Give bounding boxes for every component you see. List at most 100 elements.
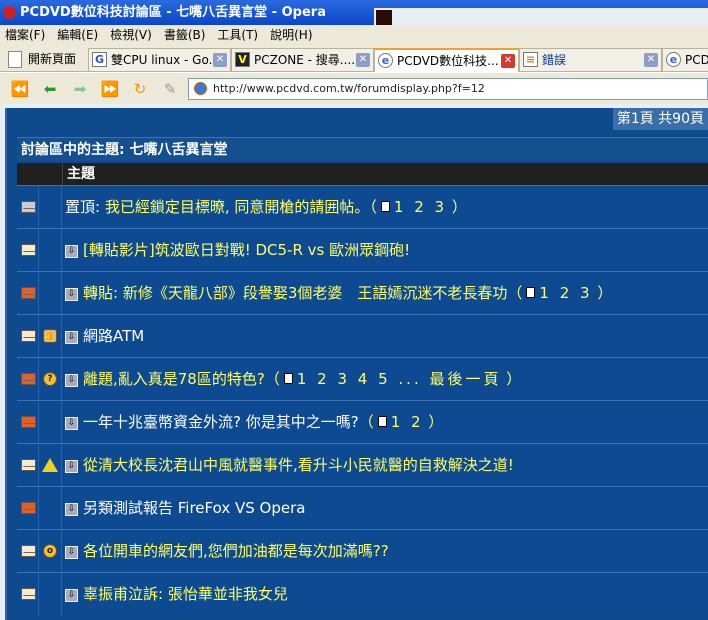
normal-thread-envelope-icon bbox=[21, 545, 36, 557]
emoticon-cell: 👍 bbox=[39, 315, 62, 358]
go-to-first-unread-icon[interactable]: ⇩ bbox=[65, 460, 78, 473]
thread-row: ? ⇩ 離題,亂入真是78區的特色?（ 1 2 3 4 5 ... 最後一頁 ） bbox=[17, 357, 708, 401]
page-icon bbox=[194, 82, 207, 95]
emoticon-cell bbox=[39, 573, 62, 616]
thread-title-link[interactable]: 辜振甫泣訴: 張怡華並非我女兒 bbox=[83, 585, 288, 603]
go-to-first-unread-icon[interactable]: ⇩ bbox=[65, 417, 78, 430]
menu-file[interactable]: 檔案(F) bbox=[5, 25, 45, 45]
thread-row: ⇩ 一年十兆臺幣資金外流? 你是其中之一嗎?（ 1 2 ） bbox=[17, 400, 708, 444]
edit-icon[interactable]: ✎ bbox=[160, 80, 180, 98]
thread-title-link[interactable]: 離題,亂入真是78區的特色? bbox=[83, 370, 265, 388]
hot-thread-envelope-icon bbox=[21, 416, 36, 428]
page-links: （1 2 3 ） bbox=[369, 198, 467, 216]
normal-thread-envelope-icon bbox=[21, 588, 36, 600]
tab-label: 錯誤 bbox=[542, 53, 567, 67]
menu-tools[interactable]: 工具(T) bbox=[217, 25, 258, 45]
menu-help[interactable]: 說明(H) bbox=[270, 25, 312, 45]
sticky-prefix: 置頂: bbox=[65, 198, 105, 216]
thread-title-cell: ⇩ [轉貼影片]筑波歐日對戰! DC5-R vs 歐洲眾鋼砲! bbox=[65, 229, 410, 272]
thread-row: 👍 ⇩ 網路ATM bbox=[17, 314, 708, 358]
header-subject: 主題 bbox=[67, 166, 95, 182]
status-cell bbox=[17, 315, 39, 358]
menu-bookmarks[interactable]: 書籤(B) bbox=[164, 25, 206, 45]
navigation-bar: ⏪ ⬅ ➡ ⏩ ↻ ✎ http://www.pcdvd.com.tw/foru… bbox=[0, 73, 708, 104]
thread-title-link[interactable]: 一年十兆臺幣資金外流? 你是其中之一嗎? bbox=[83, 413, 359, 431]
status-cell bbox=[17, 530, 39, 573]
thread-title-link[interactable]: 網路ATM bbox=[83, 327, 144, 345]
thread-title-link[interactable]: 從清大校長沈君山中風就醫事件,看升斗小民就醫的自救解決之道! bbox=[83, 456, 514, 474]
go-to-first-unread-icon[interactable]: ⇩ bbox=[65, 503, 78, 516]
tab-label: PCZONE - 搜尋...... bbox=[254, 53, 363, 67]
table-header: 主題 bbox=[17, 163, 708, 185]
thread-title-cell: ⇩ 網路ATM bbox=[65, 315, 144, 358]
locked-thread-envelope-icon bbox=[21, 201, 36, 213]
rewind-icon[interactable]: ⏪ bbox=[10, 80, 30, 98]
opera-logo-icon bbox=[3, 6, 16, 19]
thread-title-link[interactable]: 轉貼: 新修《天龍八部》段譽娶3個老婆 王語嫣沉迷不老長春功 bbox=[83, 284, 507, 302]
page-numbers[interactable]: 1 2 3 bbox=[539, 284, 592, 302]
thumbs-up-icon: 👍 bbox=[43, 329, 57, 343]
opera-page-icon: e bbox=[666, 52, 681, 67]
thread-row: 置頂: 我已經鎖定目標暸, 同意開槍的請囲帖。（ 1 2 3 ） bbox=[17, 185, 708, 229]
normal-thread-envelope-icon bbox=[21, 330, 36, 342]
close-tab-icon[interactable]: ✕ bbox=[501, 54, 515, 68]
go-to-first-unread-icon[interactable]: ⇩ bbox=[65, 589, 78, 602]
go-to-first-unread-icon[interactable]: ⇩ bbox=[65, 288, 78, 301]
thread-title-cell: ⇩ 各位開車的網友們,您們加油都是每次加滿嗎?? bbox=[65, 530, 389, 573]
status-cell bbox=[17, 487, 39, 530]
status-cell bbox=[17, 401, 39, 444]
close-tab-icon[interactable]: ✕ bbox=[644, 53, 658, 67]
multipage-icon bbox=[283, 373, 293, 384]
multipage-icon bbox=[526, 287, 536, 298]
thread-row: o ⇩ 各位開車的網友們,您們加油都是每次加滿嗎?? bbox=[17, 529, 708, 573]
thread-title-link[interactable]: 各位開車的網友們,您們加油都是每次加滿嗎?? bbox=[83, 542, 389, 560]
opera-page-icon: e bbox=[378, 53, 393, 68]
google-icon: G bbox=[92, 52, 107, 67]
back-icon[interactable]: ⬅ bbox=[40, 80, 60, 98]
tab-pcdvd-2[interactable]: e PCDV bbox=[662, 48, 708, 72]
thread-title-link[interactable]: 另類測試報告 FireFox VS Opera bbox=[83, 499, 305, 517]
emoticon-cell bbox=[39, 401, 62, 444]
address-text: http://www.pcdvd.com.tw/forumdisplay.php… bbox=[213, 82, 485, 95]
status-cell bbox=[17, 272, 39, 315]
new-tab-button[interactable]: 開新頁面 bbox=[4, 48, 76, 72]
emoticon-cell bbox=[39, 186, 62, 229]
go-to-first-unread-icon[interactable]: ⇩ bbox=[65, 331, 78, 344]
new-page-icon bbox=[8, 51, 22, 68]
menu-view[interactable]: 檢視(V) bbox=[110, 25, 152, 45]
close-tab-icon[interactable]: ✕ bbox=[356, 53, 370, 67]
forward-icon[interactable]: ➡ bbox=[70, 80, 90, 98]
emoticon-cell bbox=[39, 229, 62, 272]
tab-google[interactable]: G 雙CPU linux - Go... ✕ bbox=[88, 48, 231, 72]
tab-error[interactable]: ≡ 錯誤 ✕ bbox=[519, 48, 662, 72]
close-tab-icon[interactable]: ✕ bbox=[213, 53, 227, 67]
go-to-first-unread-icon[interactable]: ⇩ bbox=[65, 245, 78, 258]
menu-edit[interactable]: 編輯(E) bbox=[57, 25, 98, 45]
thread-title-link[interactable]: [轉貼影片]筑波歐日對戰! DC5-R vs 歐洲眾鋼砲! bbox=[83, 241, 410, 259]
page-numbers[interactable]: 1 2 3 bbox=[394, 198, 447, 216]
pagination-label: 第1頁 共90頁 bbox=[612, 108, 708, 130]
hot-thread-envelope-icon bbox=[21, 502, 36, 514]
address-bar[interactable]: http://www.pcdvd.com.tw/forumdisplay.php… bbox=[188, 78, 708, 100]
thread-title-cell: ⇩ 另類測試報告 FireFox VS Opera bbox=[65, 487, 305, 530]
fast-forward-icon[interactable]: ⏩ bbox=[100, 80, 120, 98]
hot-thread-envelope-icon bbox=[21, 287, 36, 299]
normal-thread-envelope-icon bbox=[21, 244, 36, 256]
thread-title-link[interactable]: 我已經鎖定目標暸, 同意開槍的請囲帖。 bbox=[105, 198, 370, 216]
go-to-first-unread-icon[interactable]: ⇩ bbox=[65, 374, 78, 387]
hot-thread-envelope-icon bbox=[21, 373, 36, 385]
status-cell bbox=[17, 186, 39, 229]
tab-label: PCDV bbox=[685, 53, 708, 67]
question-icon: ? bbox=[43, 372, 57, 386]
document-icon: ≡ bbox=[523, 52, 538, 67]
page-numbers[interactable]: 1 2 3 4 5 ... 最後一頁 bbox=[297, 370, 502, 388]
tab-pcdvd[interactable]: e PCDVD數位科技... ✕ bbox=[374, 48, 519, 72]
go-to-first-unread-icon[interactable]: ⇩ bbox=[65, 546, 78, 559]
pczone-icon: V bbox=[235, 52, 250, 67]
page-content: 第1頁 共90頁 討論區中的主題: 七嘴八舌異言堂 主題 置頂: 我已經鎖定目標… bbox=[0, 104, 708, 620]
emoticon-cell bbox=[39, 272, 62, 315]
tab-pczone[interactable]: V PCZONE - 搜尋...... ✕ bbox=[231, 48, 374, 72]
reload-icon[interactable]: ↻ bbox=[130, 80, 150, 98]
page-numbers[interactable]: 1 2 bbox=[391, 413, 424, 431]
window-title: PCDVD數位科技討論區 - 七嘴八舌異言堂 - Opera bbox=[20, 5, 326, 20]
